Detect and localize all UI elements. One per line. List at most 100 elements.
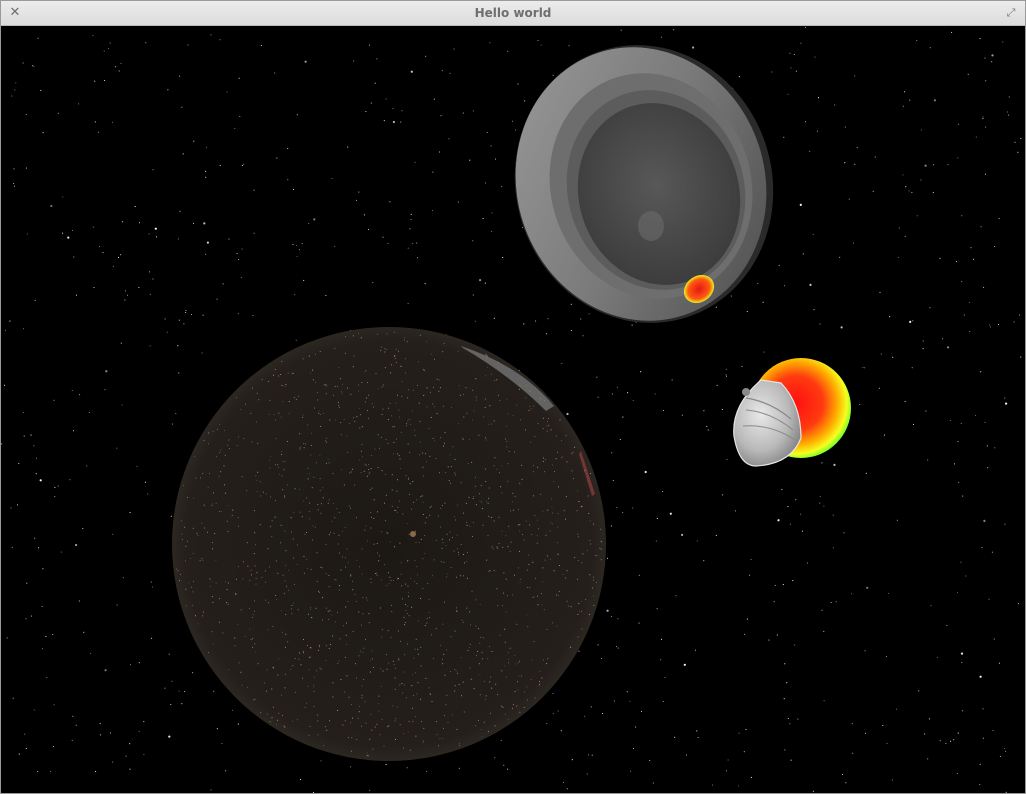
surface-speckle xyxy=(293,397,295,399)
star xyxy=(584,715,586,717)
surface-speckle xyxy=(496,468,498,470)
star xyxy=(190,313,193,316)
surface-speckle xyxy=(394,355,396,356)
scene-canvas[interactable] xyxy=(1,26,1025,793)
surface-speckle xyxy=(464,562,465,564)
surface-speckle xyxy=(428,617,430,618)
surface-speckle xyxy=(469,643,471,645)
surface-speckle xyxy=(479,500,481,502)
surface-speckle xyxy=(386,333,388,335)
star xyxy=(120,63,122,65)
surface-speckle xyxy=(226,520,228,522)
star xyxy=(97,131,99,133)
star xyxy=(320,760,322,762)
star xyxy=(112,265,114,267)
surface-speckle xyxy=(487,658,489,660)
surface-speckle xyxy=(308,734,310,736)
surface-speckle xyxy=(463,554,464,555)
surface-speckle xyxy=(371,403,373,405)
star xyxy=(843,532,845,534)
star xyxy=(370,102,372,104)
star xyxy=(619,438,621,441)
star xyxy=(748,574,751,576)
render-viewport[interactable] xyxy=(1,26,1025,793)
surface-speckle xyxy=(497,362,499,363)
surface-speckle xyxy=(411,606,413,608)
dark-speckled-sphere[interactable] xyxy=(172,327,606,761)
star xyxy=(31,615,33,617)
surface-speckle xyxy=(253,699,255,701)
star xyxy=(983,519,986,522)
surface-speckle xyxy=(304,533,306,535)
surface-speckle xyxy=(539,398,541,400)
star xyxy=(660,36,662,38)
star xyxy=(1004,750,1007,752)
star xyxy=(241,164,243,166)
surface-speckle xyxy=(395,348,397,350)
surface-speckle xyxy=(283,592,285,594)
surface-speckle xyxy=(521,478,523,480)
star xyxy=(571,759,573,761)
surface-speckle xyxy=(197,623,199,625)
surface-speckle xyxy=(319,478,321,480)
surface-speckle xyxy=(424,553,426,554)
star xyxy=(830,601,832,604)
surface-speckle xyxy=(280,542,282,544)
surface-speckle xyxy=(547,658,549,660)
maximize-icon[interactable]: ⤢ xyxy=(1003,5,1019,21)
star xyxy=(1005,402,1008,405)
surface-speckle xyxy=(267,602,269,604)
star xyxy=(236,253,238,255)
surface-speckle xyxy=(358,390,360,392)
surface-speckle xyxy=(458,684,460,686)
surface-speckle xyxy=(426,622,428,624)
surface-speckle xyxy=(367,599,369,601)
surface-speckle xyxy=(215,502,217,504)
star xyxy=(795,70,797,72)
gray-ring-sphere[interactable] xyxy=(479,26,809,357)
surface-speckle xyxy=(397,578,399,580)
surface-speckle xyxy=(400,573,402,575)
title-bar[interactable]: ✕ Hello world ⤢ xyxy=(1,1,1025,26)
surface-speckle xyxy=(405,425,407,427)
surface-speckle xyxy=(463,512,464,514)
star xyxy=(994,245,996,248)
surface-speckle xyxy=(197,534,199,536)
star xyxy=(417,257,419,259)
surface-speckle xyxy=(511,707,513,709)
star xyxy=(950,740,952,742)
star xyxy=(205,146,208,148)
surface-speckle xyxy=(203,504,205,506)
surface-speckle xyxy=(422,368,424,370)
star xyxy=(681,533,684,536)
star xyxy=(880,353,882,355)
surface-speckle xyxy=(536,542,538,544)
star xyxy=(350,766,352,768)
surface-speckle xyxy=(255,577,257,579)
star xyxy=(37,770,39,773)
surface-speckle xyxy=(542,417,544,419)
surface-speckle xyxy=(551,512,553,514)
surface-speckle xyxy=(371,658,373,660)
star xyxy=(848,198,850,200)
star xyxy=(707,429,709,431)
surface-speckle xyxy=(343,419,345,421)
surface-speckle xyxy=(325,393,327,395)
star xyxy=(129,743,131,745)
star xyxy=(1,443,3,445)
surface-speckle xyxy=(488,731,489,733)
surface-speckle xyxy=(403,671,405,673)
surface-speckle xyxy=(420,647,422,648)
star xyxy=(669,512,672,515)
surface-speckle xyxy=(347,562,349,564)
surface-speckle xyxy=(501,705,502,707)
surface-speckle xyxy=(308,473,310,475)
surface-speckle xyxy=(588,614,590,615)
surface-speckle xyxy=(485,480,487,482)
surface-speckle xyxy=(326,729,328,731)
surface-speckle xyxy=(311,539,313,541)
surface-speckle xyxy=(576,510,578,512)
star xyxy=(116,447,118,449)
star xyxy=(1017,603,1020,605)
surface-speckle xyxy=(550,558,551,560)
